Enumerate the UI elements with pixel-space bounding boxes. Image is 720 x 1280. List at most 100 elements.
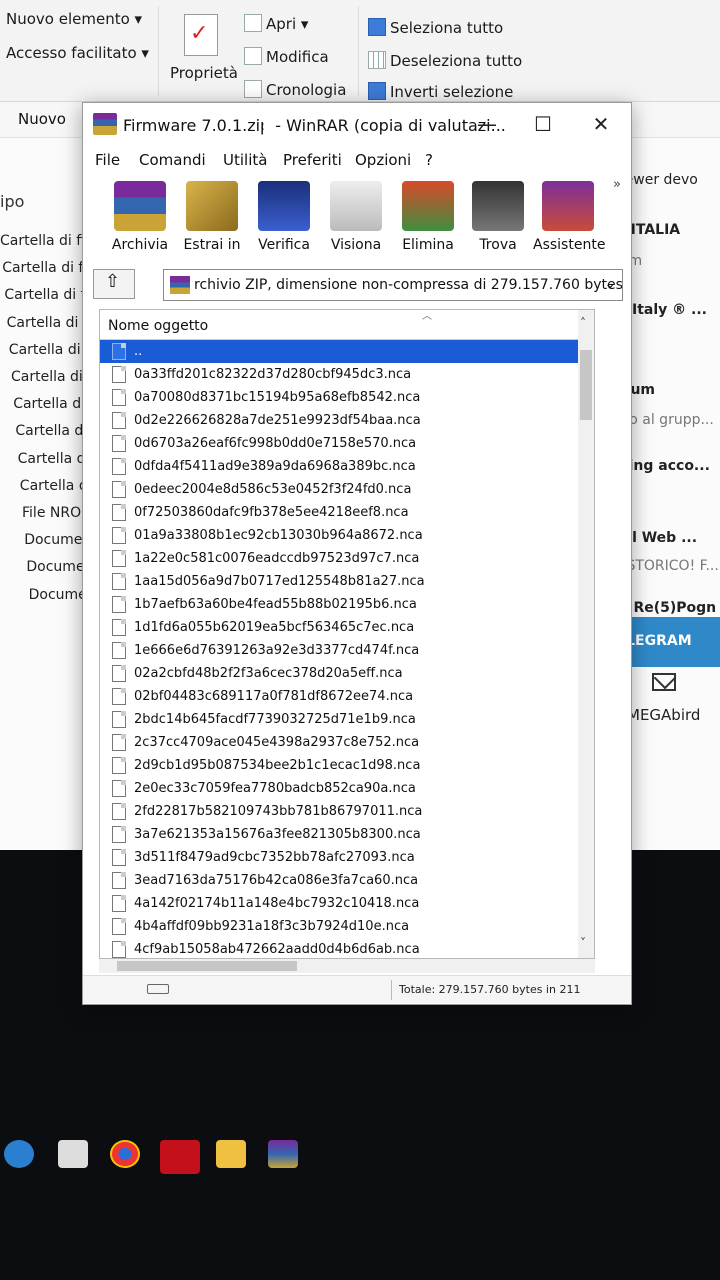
modifica-button[interactable]: Modifica <box>244 47 329 66</box>
inverti-selezione-button[interactable]: Inverti selezione <box>368 82 513 101</box>
parent-folder-row[interactable]: .. <box>100 340 578 363</box>
file-name: 4b4affdf09bb9231a18f3c3b7924d10e.nca <box>134 919 410 934</box>
deseleziona-tutto-button[interactable]: Deseleziona tutto <box>368 51 522 70</box>
file-explorer-taskbar-icon[interactable] <box>216 1140 246 1168</box>
maximize-button[interactable]: ☐ <box>525 111 561 139</box>
file-name: 2e0ec33c7059fea7780badcb852ca90a.nca <box>134 781 416 796</box>
horizontal-scrollbar[interactable] <box>99 959 595 973</box>
file-name: 02bf04483c689117a0f781df8672ee74.nca <box>134 689 414 704</box>
file-row[interactable]: 0d6703a26eaf6fc998b0dd0e7158e570.nca <box>100 432 578 455</box>
toolbar-button[interactable]: Archivia <box>105 181 175 253</box>
horizontal-scroll-thumb[interactable] <box>117 961 297 971</box>
scroll-down-icon[interactable]: ˅ <box>580 936 586 950</box>
file-row[interactable]: 0dfda4f5411ad9e389a9da6968a389bc.nca <box>100 455 578 478</box>
properties-icon <box>184 14 218 56</box>
file-row[interactable]: 0d2e226626828a7de251e9923df54baa.nca <box>100 409 578 432</box>
menu-item[interactable]: File <box>95 151 120 169</box>
extract-folder-icon <box>186 181 238 231</box>
title-bar[interactable]: Firmware 7.0.1.zip - WinRAR (copia di va… <box>83 103 631 147</box>
file-icon <box>112 481 126 498</box>
file-list[interactable]: Nome oggetto ︿ .. 0a33ffd201c82322d37d280… <box>99 309 595 959</box>
file-row[interactable]: 0a70080d8371bc15194b95a68efb8542.nca <box>100 386 578 409</box>
file-row[interactable]: 3a7e621353a15676a3fee821305b8300.nca <box>100 823 578 846</box>
menu-item[interactable]: Opzioni <box>355 151 411 169</box>
toolbar-button[interactable]: Estrai in <box>177 181 247 253</box>
file-row[interactable]: 2c37cc4709ace045e4398a2937c8e752.nca <box>100 731 578 754</box>
file-row[interactable]: 4a142f02174b11a148e4bc7932c10418.nca <box>100 892 578 915</box>
up-folder-button[interactable] <box>93 269 135 299</box>
accesso-facilitato-button[interactable]: Accesso facilitato ▾ <box>6 44 149 62</box>
file-row[interactable]: 1b7aefb63a60be4fead55b88b02195b6.nca <box>100 593 578 616</box>
menu-item[interactable]: Utilità <box>223 151 267 169</box>
toolbar-button-label: Visiona <box>330 237 382 253</box>
edit-icon <box>244 47 262 65</box>
file-row[interactable]: 2bdc14b645facdf7739032725d71e1b9.nca <box>100 708 578 731</box>
apri-button[interactable]: Apri ▾ <box>244 14 308 33</box>
status-total: Totale: 279.157.760 bytes in 211 <box>399 983 581 996</box>
file-icon <box>112 389 126 406</box>
nuovo-elemento-button[interactable]: Nuovo elemento ▾ <box>6 10 142 28</box>
file-row[interactable]: 1aa15d056a9d7b0717ed125548b81a27.nca <box>100 570 578 593</box>
cronologia-button[interactable]: Cronologia <box>244 80 346 99</box>
opera-taskbar-icon[interactable] <box>160 1140 200 1174</box>
minimize-button[interactable]: — <box>469 111 505 139</box>
mail-icon[interactable] <box>652 673 676 691</box>
file-icon <box>112 596 126 613</box>
file-row[interactable]: 2fd22817b582109743bb781b86797011.nca <box>100 800 578 823</box>
file-icon <box>112 619 126 636</box>
file-row[interactable]: 1e666e6d76391263a92e3d3377cd474f.nca <box>100 639 578 662</box>
mail-taskbar-icon[interactable] <box>58 1140 88 1168</box>
chevron-down-icon[interactable]: ⌄ <box>604 276 616 292</box>
scroll-thumb[interactable] <box>580 350 592 420</box>
file-icon <box>112 872 126 889</box>
file-row[interactable]: 2e0ec33c7059fea7780badcb852ca90a.nca <box>100 777 578 800</box>
scroll-up-icon[interactable]: ˄ <box>580 316 586 330</box>
proprieta-label: Proprietà <box>170 64 238 82</box>
file-row[interactable]: 2d9cb1d95b087534bee2b1c1ecac1d98.nca <box>100 754 578 777</box>
file-row[interactable]: 1d1fd6a055b62019ea5bcf563465c7ec.nca <box>100 616 578 639</box>
file-row[interactable]: 0a33ffd201c82322d37d280cbf945dc3.nca <box>100 363 578 386</box>
close-button[interactable]: ✕ <box>583 111 619 139</box>
menu-item[interactable]: Preferiti <box>283 151 342 169</box>
file-row[interactable]: 3ead7163da75176b42ca086e3fa7ca60.nca <box>100 869 578 892</box>
file-row[interactable]: 4b4affdf09bb9231a18f3c3b7924d10e.nca <box>100 915 578 938</box>
toolbar-button[interactable]: Trova <box>463 181 533 253</box>
file-row[interactable]: 3d511f8479ad9cbc7352bb78afc27093.nca <box>100 846 578 869</box>
seleziona-tutto-button[interactable]: Seleziona tutto <box>368 18 503 37</box>
winrar-taskbar-icon[interactable] <box>268 1140 298 1168</box>
archive-path-dropdown[interactable]: rchivio ZIP, dimensione non-compressa di… <box>163 269 623 301</box>
toolbar-button-label: Assistente <box>533 237 606 253</box>
toolbar-button[interactable]: Assistente <box>533 181 606 253</box>
proprieta-button[interactable]: Proprietà <box>170 64 238 82</box>
file-row[interactable]: 02a2cbfd48b2f2f3a6cec378d20a5eff.nca <box>100 662 578 685</box>
file-icon <box>112 504 126 521</box>
megabird-label[interactable]: MEGAbird <box>627 706 700 724</box>
file-row[interactable]: 0f72503860dafc9fb378e5ee4218eef8.nca <box>100 501 578 524</box>
select-none-icon <box>368 51 386 69</box>
menu-item[interactable]: ? <box>425 151 433 169</box>
apri-label: Apri ▾ <box>266 15 309 33</box>
file-row[interactable]: 01a9a33808b1ec92cb13030b964a8672.nca <box>100 524 578 547</box>
toolbar-button[interactable]: Elimina <box>393 181 463 253</box>
file-name: 0d2e226626828a7de251e9923df54baa.nca <box>134 413 421 428</box>
file-row[interactable]: 02bf04483c689117a0f781df8672ee74.nca <box>100 685 578 708</box>
toolbar-overflow-icon[interactable]: » <box>613 177 621 192</box>
file-row[interactable]: 4cf9ab15058ab472662aadd0d4b6d6ab.nca <box>100 938 578 958</box>
file-row[interactable]: 1a22e0c581c0076eadccdb97523d97c7.nca <box>100 547 578 570</box>
drive-icon[interactable] <box>147 984 169 994</box>
window-title: Firmware 7.0.1.zip - WinRAR (copia di va… <box>123 116 506 135</box>
column-header-nome[interactable]: Nome oggetto ︿ <box>100 310 594 340</box>
select-all-icon <box>368 18 386 36</box>
vertical-scrollbar[interactable]: ˄ ˅ <box>578 310 594 958</box>
telegram-taskbar-icon[interactable] <box>4 1140 34 1168</box>
file-name: 1b7aefb63a60be4fead55b88b02195b6.nca <box>134 597 417 612</box>
menu-item[interactable]: Comandi <box>139 151 206 169</box>
file-row[interactable]: 0edeec2004e8d586c53e0452f3f24fd0.nca <box>100 478 578 501</box>
column-header-tipo[interactable]: ipo <box>0 192 24 211</box>
file-icon <box>112 826 126 843</box>
toolbar-button[interactable]: Visiona <box>321 181 391 253</box>
file-icon <box>112 757 126 774</box>
toolbar-button[interactable]: Verifica <box>249 181 319 253</box>
chrome-taskbar-icon[interactable] <box>110 1140 140 1168</box>
file-icon <box>112 849 126 866</box>
